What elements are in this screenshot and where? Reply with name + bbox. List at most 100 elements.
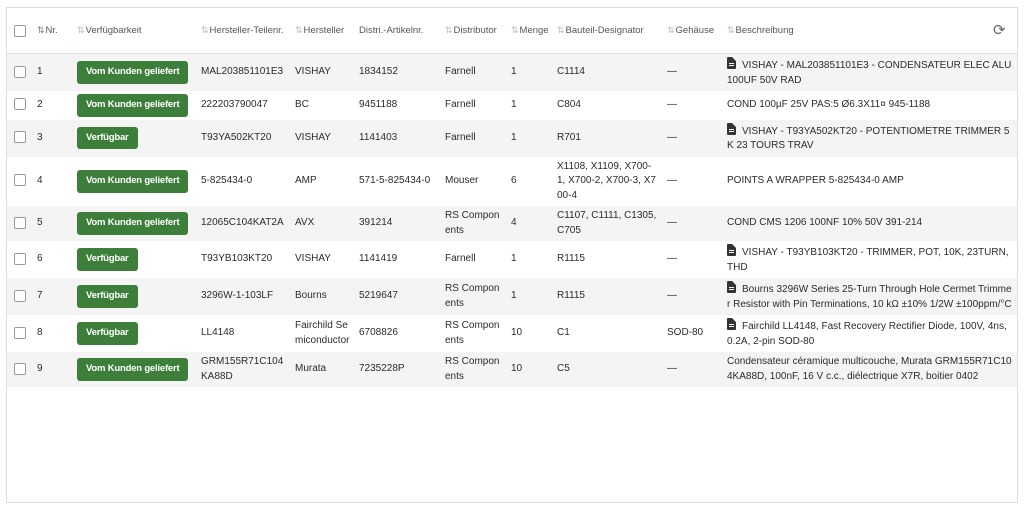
- manufacturer-cell: VISHAY: [295, 253, 331, 265]
- distri-part-cell: 1141419: [359, 253, 398, 265]
- description-cell: VISHAY - T93YB103KT20 - TRIMMER, POT, 10…: [723, 241, 1017, 278]
- description-cell: COND CMS 1206 100NF 10% 50V 391-214: [723, 206, 1017, 241]
- designator-cell: X1108, X1109, X700-1, X700-2, X700-3, X7…: [557, 160, 656, 201]
- description-text: COND 100µF 25V PAS:5 Ø6.3X11¤ 945-1188: [727, 99, 931, 110]
- sort-arrows-icon: ⇅: [557, 25, 564, 35]
- availability-cell: Vom Kunden geliefert: [73, 53, 197, 91]
- row-checkbox[interactable]: [14, 289, 26, 302]
- availability-badge: Vom Kunden geliefert: [77, 94, 189, 117]
- document-icon[interactable]: [727, 281, 736, 293]
- qty-cell: 10: [507, 352, 553, 387]
- row-select-cell: [7, 53, 33, 91]
- description-cell: COND 100µF 25V PAS:5 Ø6.3X11¤ 945-1188: [723, 91, 1017, 120]
- nr-cell: 4: [37, 175, 43, 186]
- sort-arrows-icon: ⇅: [511, 25, 518, 35]
- designator-cell: R1115: [553, 278, 663, 315]
- table-row[interactable]: 4 Vom Kunden geliefert 5-825434-0 AMP 57…: [7, 157, 1017, 207]
- row-checkbox[interactable]: [14, 98, 26, 111]
- designator-cell: C1107, C1111, C1305, C705: [553, 206, 663, 241]
- designator-cell: R1115: [557, 253, 585, 265]
- qty-cell: 1: [507, 119, 553, 157]
- sort-arrows-icon: ⇅: [37, 25, 44, 35]
- row-checkbox[interactable]: [14, 362, 26, 375]
- document-icon[interactable]: [727, 57, 736, 69]
- manufacturer-cell: Bourns: [291, 278, 355, 315]
- column-header-manufacturer[interactable]: ⇅ Hersteller: [291, 8, 355, 54]
- package-cell: —: [667, 99, 677, 110]
- table-row[interactable]: 8 Verfügbar LL4148 Fairchild Semiconduct…: [7, 315, 1017, 352]
- row-checkbox[interactable]: [14, 252, 26, 265]
- distributor-cell: Farnell: [445, 99, 476, 110]
- distri-part-cell: 571-5-825434-0: [359, 175, 431, 186]
- column-header-mfr-part[interactable]: ⇅ Hersteller-Teilenr.: [197, 8, 291, 54]
- refresh-icon[interactable]: ⟳: [993, 23, 1006, 38]
- manufacturer-cell: VISHAY: [291, 53, 355, 91]
- manufacturer-cell: AMP: [295, 175, 317, 186]
- table-row[interactable]: 3 Verfügbar T93YA502KT20 VISHAY 1141403 …: [7, 119, 1017, 157]
- table-row[interactable]: 2 Vom Kunden geliefert 222203790047 BC 9…: [7, 91, 1017, 120]
- column-header-nr[interactable]: ⇅ Nr.: [33, 8, 73, 54]
- description-text: Fairchild LL4148, Fast Recovery Rectifie…: [727, 321, 1007, 347]
- distributor-cell: Farnell: [445, 253, 476, 265]
- mfr-part-cell: 222203790047: [201, 99, 268, 110]
- nr-cell: 3: [33, 119, 73, 157]
- availability-cell: Vom Kunden geliefert: [73, 206, 197, 241]
- row-checkbox[interactable]: [14, 326, 26, 339]
- bom-table-body: 1 Vom Kunden geliefert MAL203851101E3 VI…: [7, 53, 1017, 387]
- designator-cell: C5: [553, 352, 663, 387]
- package-cell: —: [663, 53, 723, 91]
- table-row[interactable]: 5 Vom Kunden geliefert 12065C104KAT2A AV…: [7, 206, 1017, 241]
- designator-cell: C804: [557, 99, 581, 110]
- description-cell: Bourns 3296W Series 25-Turn Through Hole…: [723, 278, 1017, 315]
- column-header-availability[interactable]: ⇅ Verfügbarkeit: [73, 8, 197, 54]
- manufacturer-cell: AVX: [291, 206, 355, 241]
- description-cell: VISHAY - T93YA502KT20 - POTENTIOMETRE TR…: [723, 119, 1017, 157]
- manufacturer-cell: VISHAY: [291, 119, 355, 157]
- row-select-cell: [7, 119, 33, 157]
- row-checkbox[interactable]: [14, 174, 26, 187]
- row-select-cell: [7, 206, 33, 241]
- qty-cell: 10: [511, 327, 523, 339]
- manufacturer-cell: Fairchild Semiconductor: [295, 320, 350, 346]
- row-select-cell: [7, 315, 33, 352]
- availability-badge: Vom Kunden geliefert: [77, 61, 189, 84]
- column-header-package[interactable]: ⇅ Gehäuse: [663, 8, 723, 54]
- column-header-distributor[interactable]: ⇅ Distributor: [441, 8, 507, 54]
- mfr-part-cell: 5-825434-0: [201, 175, 253, 186]
- table-row[interactable]: 9 Vom Kunden geliefert GRM155R71C104KA88…: [7, 352, 1017, 387]
- sort-arrows-icon: ⇅: [201, 25, 208, 35]
- mfr-part-cell: 3296W-1-103LF: [197, 278, 291, 315]
- table-row[interactable]: 7 Verfügbar 3296W-1-103LF Bourns 5219647…: [7, 278, 1017, 315]
- manufacturer-cell: Murata: [291, 352, 355, 387]
- table-row[interactable]: 1 Vom Kunden geliefert MAL203851101E3 VI…: [7, 53, 1017, 91]
- column-header-description[interactable]: ⇅ Beschreibung: [723, 8, 989, 54]
- availability-cell: Verfügbar: [73, 241, 197, 278]
- select-all-checkbox[interactable]: [14, 24, 26, 37]
- mfr-part-cell: LL4148: [201, 327, 235, 339]
- column-header-designator[interactable]: ⇅ Bauteil-Designator: [553, 8, 663, 54]
- bom-table-panel: ⇅ Nr. ⇅ Verfügbarkeit ⇅ Hersteller-Teilenr.…: [6, 7, 1018, 503]
- document-icon[interactable]: [727, 244, 736, 256]
- row-select-cell: [7, 91, 33, 120]
- designator-cell: C1114: [553, 53, 663, 91]
- row-select-cell: [7, 241, 33, 278]
- row-checkbox[interactable]: [14, 131, 26, 144]
- table-row[interactable]: 6 Verfügbar T93YB103KT20 VISHAY 1141419 …: [7, 241, 1017, 278]
- column-header-qty[interactable]: ⇅ Menge: [507, 8, 553, 54]
- distributor-cell: RS Components: [441, 352, 507, 387]
- mfr-part-cell: MAL203851101E3: [197, 53, 291, 91]
- distri-part-cell: 5219647: [355, 278, 441, 315]
- sort-arrows-icon: ⇅: [295, 25, 302, 35]
- qty-cell: 1: [511, 99, 517, 110]
- row-checkbox[interactable]: [14, 65, 26, 78]
- column-header-distri-part[interactable]: Distri.-Artikelnr.: [355, 8, 441, 54]
- document-icon[interactable]: [727, 318, 736, 330]
- description-text: VISHAY - T93YB103KT20 - TRIMMER, POT, 10…: [727, 247, 1009, 273]
- document-icon[interactable]: [727, 122, 736, 135]
- nr-cell: 6: [37, 253, 43, 265]
- mfr-part-cell: 12065C104KAT2A: [197, 206, 291, 241]
- row-checkbox[interactable]: [14, 216, 26, 229]
- distri-part-cell: 6708826: [359, 327, 398, 339]
- sort-arrows-icon: ⇅: [77, 25, 84, 35]
- description-text: VISHAY - T93YA502KT20 - POTENTIOMETRE TR…: [727, 125, 1010, 152]
